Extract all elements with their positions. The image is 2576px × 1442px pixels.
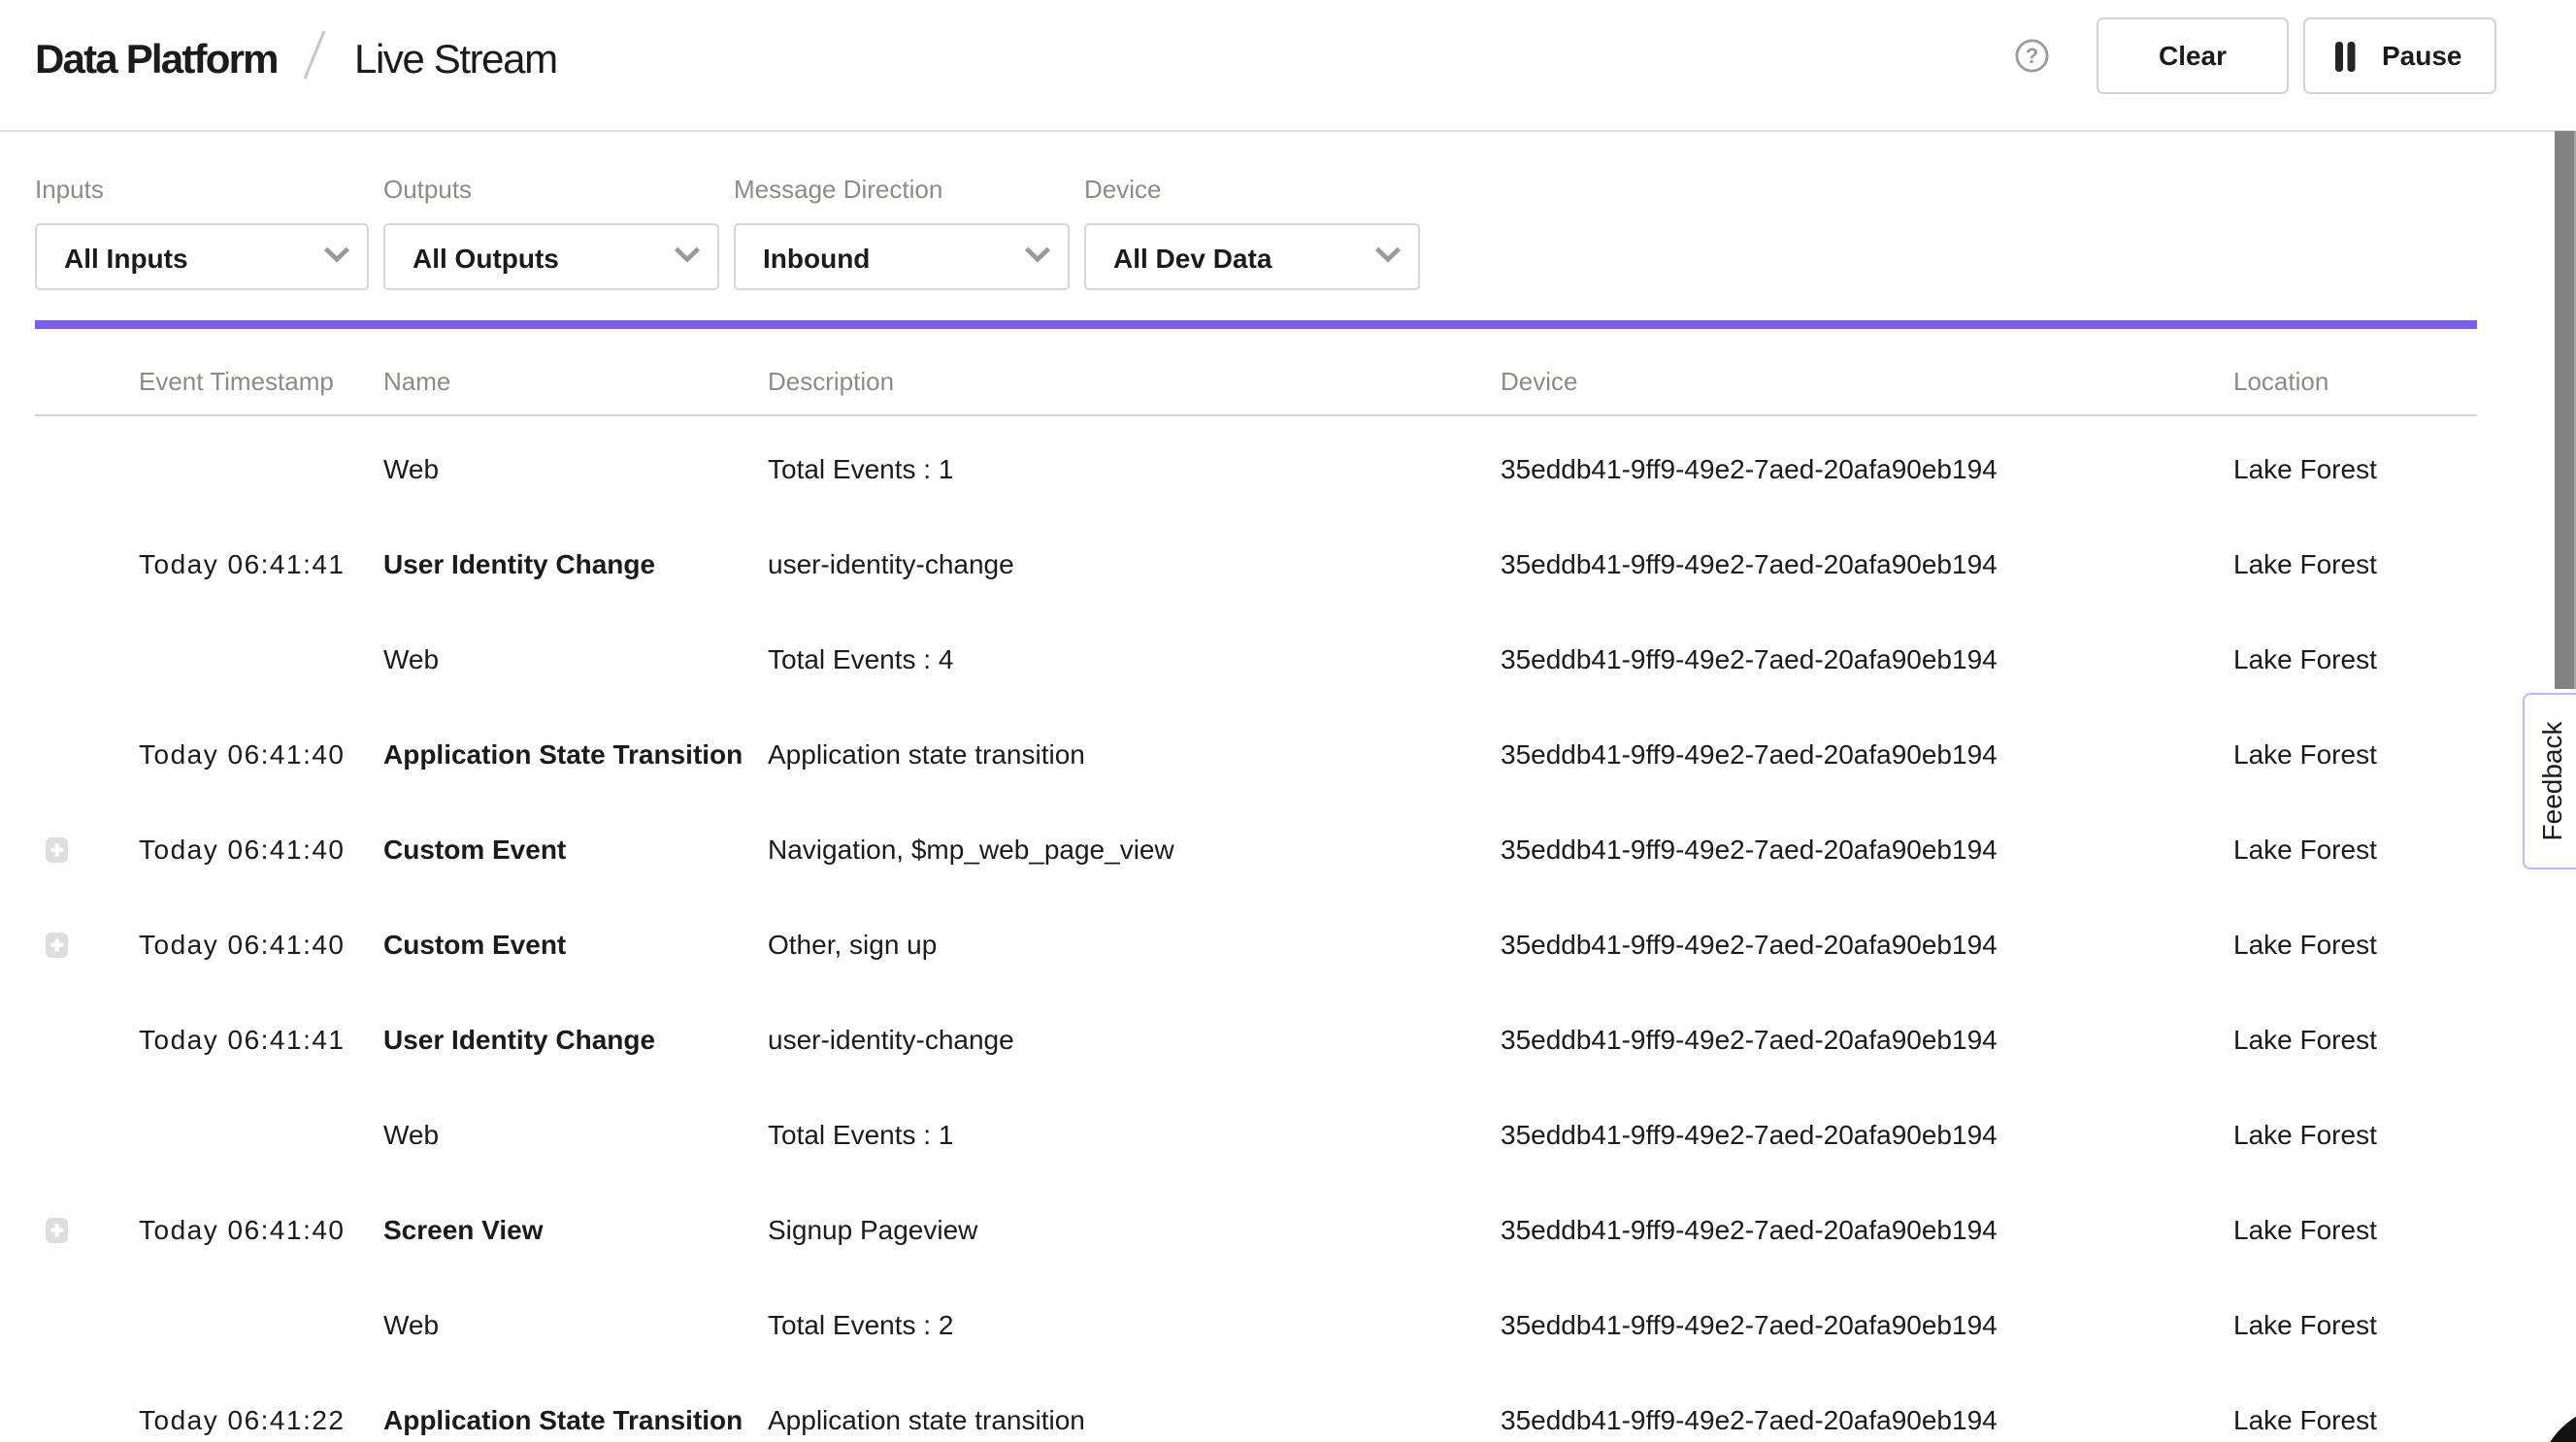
svg-text:?: ? — [2026, 44, 2038, 68]
